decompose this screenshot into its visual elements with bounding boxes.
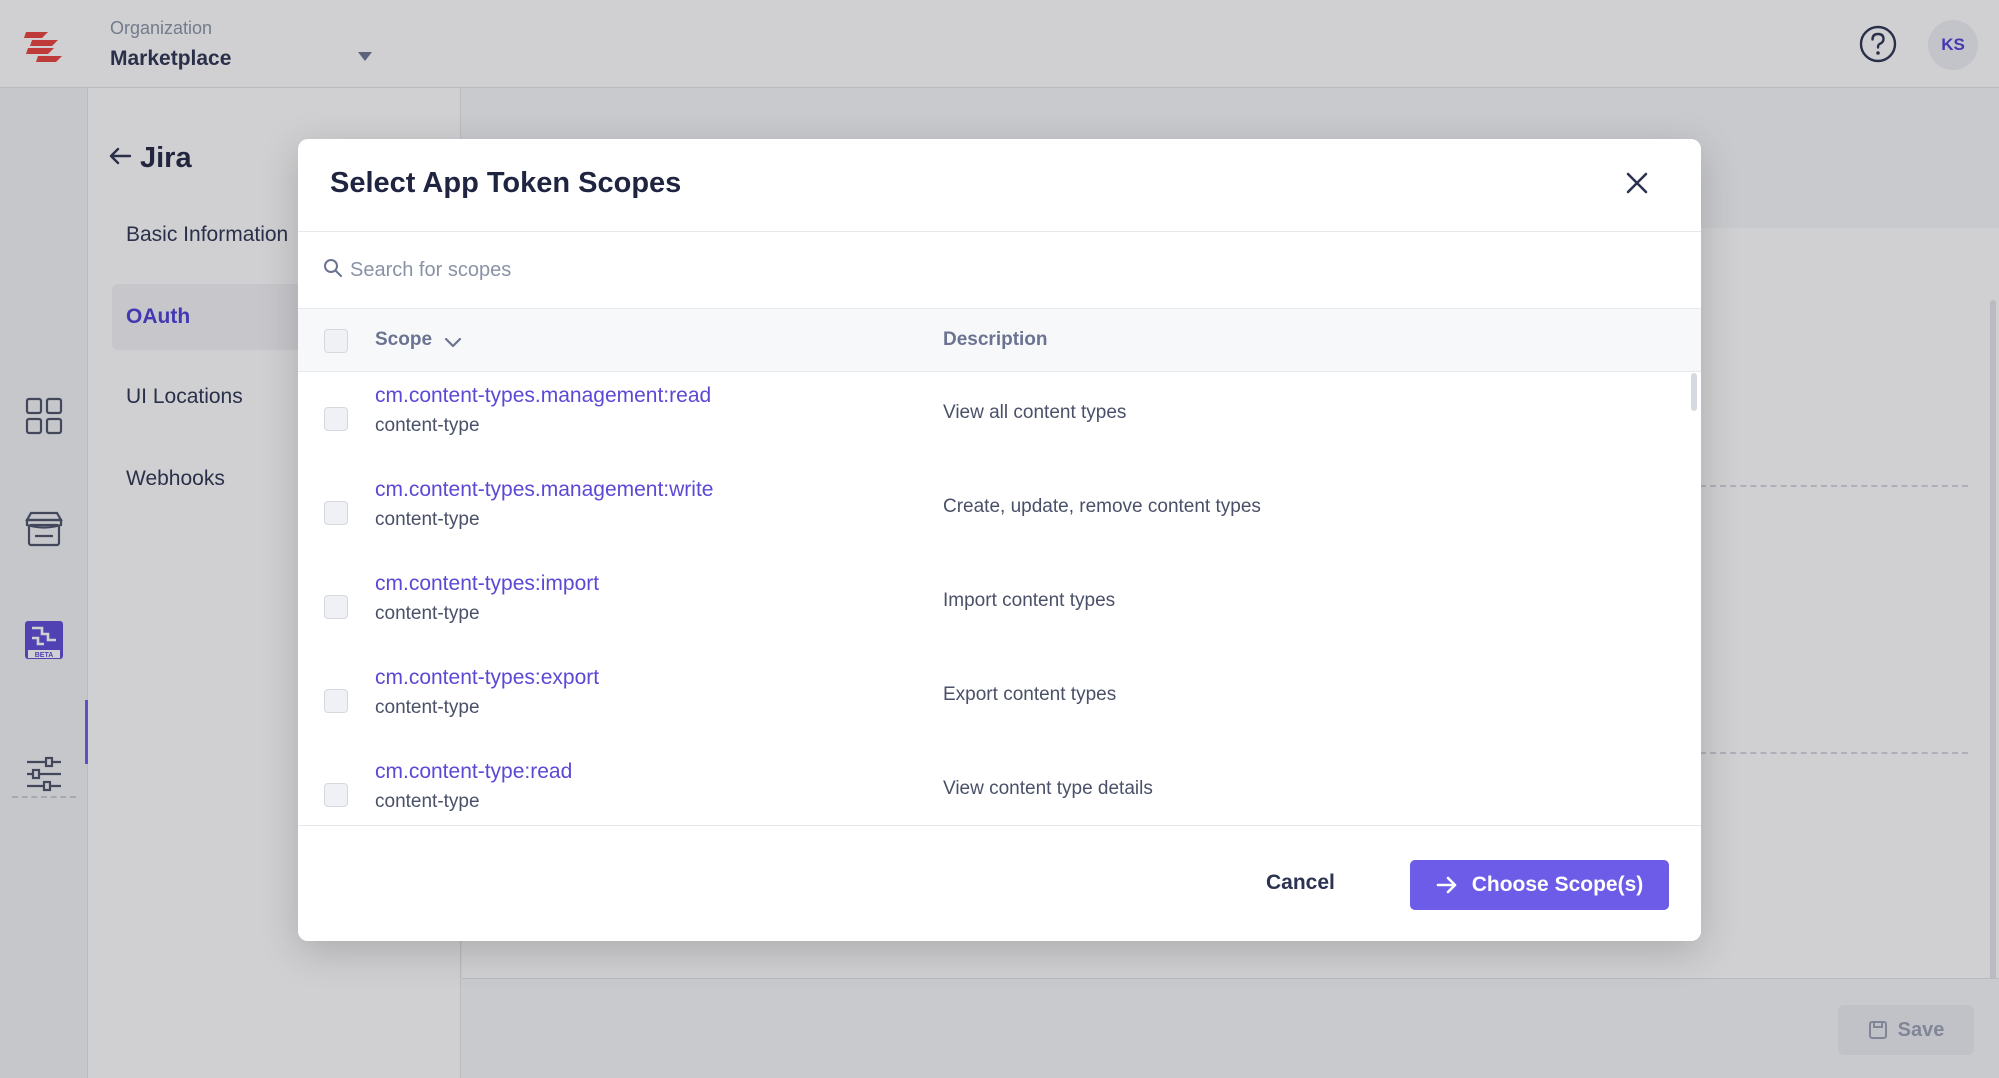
scope-group: content-type — [375, 415, 480, 436]
cancel-button[interactable]: Cancel — [1256, 860, 1345, 906]
scope-name[interactable]: cm.content-types.management:write — [375, 478, 713, 502]
scope-group: content-type — [375, 697, 480, 718]
search-input[interactable] — [350, 250, 1650, 290]
column-header-description: Description — [943, 329, 1048, 350]
scope-group: content-type — [375, 603, 480, 624]
column-header-scope[interactable]: Scope — [375, 329, 432, 351]
chevron-down-icon[interactable] — [444, 336, 462, 348]
row-checkbox[interactable] — [324, 783, 348, 807]
scope-name[interactable]: cm.content-types.management:read — [375, 384, 711, 408]
choose-scopes-button[interactable]: Choose Scope(s) — [1410, 860, 1669, 910]
choose-scopes-label: Choose Scope(s) — [1471, 873, 1644, 896]
search-icon — [324, 259, 342, 277]
modal-footer: Cancel Choose Scope(s) — [298, 825, 1701, 941]
scope-description: View content type details — [943, 778, 1153, 799]
table-row[interactable]: cm.content-types.management:read content… — [298, 372, 1701, 466]
select-scopes-modal: Select App Token Scopes Scope Descriptio… — [298, 139, 1701, 941]
table-row[interactable]: cm.content-types:export content-type Exp… — [298, 654, 1701, 748]
row-checkbox[interactable] — [324, 501, 348, 525]
scope-description: Create, update, remove content types — [943, 496, 1261, 517]
table-row[interactable]: cm.content-type:read content-type View c… — [298, 748, 1701, 825]
scope-description: Import content types — [943, 590, 1116, 611]
scope-group: content-type — [375, 509, 480, 530]
table-row[interactable]: cm.content-types.management:write conten… — [298, 466, 1701, 560]
scope-group: content-type — [375, 791, 480, 812]
scope-description: View all content types — [943, 402, 1127, 423]
row-checkbox[interactable] — [324, 689, 348, 713]
row-checkbox[interactable] — [324, 595, 348, 619]
scope-description: Export content types — [943, 684, 1117, 705]
table-header: Scope Description — [298, 308, 1701, 372]
row-checkbox[interactable] — [324, 407, 348, 431]
arrow-right-icon — [1436, 876, 1457, 894]
scope-name[interactable]: cm.content-type:read — [375, 760, 572, 784]
modal-title: Select App Token Scopes — [330, 167, 682, 199]
select-all-checkbox[interactable] — [324, 329, 348, 353]
scope-name[interactable]: cm.content-types:export — [375, 666, 599, 690]
table-row[interactable]: cm.content-types:import content-type Imp… — [298, 560, 1701, 654]
close-icon[interactable] — [1623, 169, 1651, 197]
scope-name[interactable]: cm.content-types:import — [375, 572, 599, 596]
scopes-table-body: cm.content-types.management:read content… — [298, 372, 1701, 825]
table-scrollbar[interactable] — [1691, 373, 1697, 411]
search-bar — [298, 232, 1701, 308]
